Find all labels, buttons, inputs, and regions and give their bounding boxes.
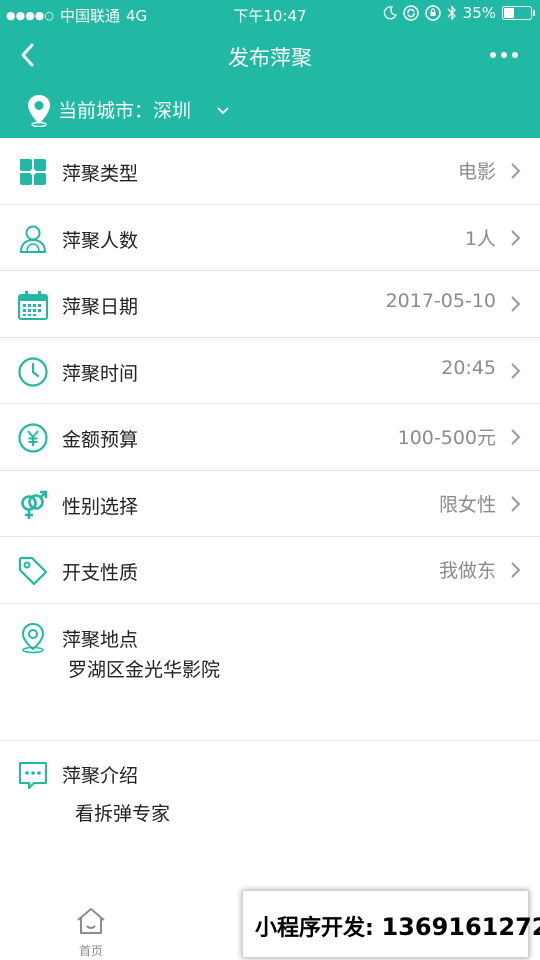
row-people-count[interactable]: 萍聚人数 1人 bbox=[0, 205, 540, 271]
chevron-right-icon bbox=[511, 163, 521, 179]
map-pin-icon bbox=[21, 622, 45, 653]
page-title: 发布萍聚 bbox=[228, 46, 312, 70]
row-value: 1人 bbox=[464, 227, 496, 250]
row-budget[interactable]: 金额预算 100-500元 bbox=[0, 404, 540, 471]
row-label: 金额预算 bbox=[62, 429, 139, 451]
row-location[interactable]: 萍聚地点 罗湖区金光华影院 bbox=[0, 604, 540, 741]
location-label: 萍聚地点 bbox=[62, 628, 139, 651]
tag-icon bbox=[18, 556, 48, 586]
row-value: 2017-05-10 bbox=[385, 290, 496, 312]
chevron-right-icon bbox=[511, 296, 521, 312]
yuan-icon bbox=[18, 423, 48, 453]
bluetooth-icon bbox=[447, 5, 456, 21]
location-value: 罗湖区金光华影院 bbox=[68, 658, 221, 681]
chevron-down-icon bbox=[217, 107, 229, 115]
row-expense-type[interactable]: 开支性质 我做东 bbox=[0, 537, 540, 604]
intro-value: 看拆弹专家 bbox=[75, 802, 171, 825]
row-label: 性别选择 bbox=[62, 495, 139, 518]
row-value: 电影 bbox=[457, 161, 496, 183]
chevron-right-icon bbox=[511, 429, 521, 445]
chat-bubble-icon bbox=[19, 761, 47, 789]
chevron-right-icon bbox=[511, 495, 521, 512]
row-label: 萍聚时间 bbox=[62, 362, 139, 385]
current-city-label: 当前城市：深圳 bbox=[58, 100, 192, 122]
row-time[interactable]: 萍聚时间 20:45 bbox=[0, 338, 540, 404]
promo-phone: 13691612727 bbox=[381, 913, 540, 941]
row-introduction[interactable]: 萍聚介绍 看拆弹专家 bbox=[0, 741, 540, 881]
nav-bar: 发布萍聚 bbox=[0, 28, 540, 86]
row-label: 开支性质 bbox=[62, 562, 139, 584]
row-gender[interactable]: 性别选择 限女性 bbox=[0, 471, 540, 537]
row-label: 萍聚类型 bbox=[62, 163, 139, 185]
clover-icon bbox=[20, 159, 46, 185]
row-value: 我做东 bbox=[438, 560, 496, 582]
row-gathering-type[interactable]: 萍聚类型 电影 bbox=[0, 138, 540, 205]
chevron-right-icon bbox=[511, 562, 521, 578]
more-options-icon[interactable] bbox=[490, 52, 518, 58]
tab-home-label: 首页 bbox=[78, 944, 103, 958]
moon-icon bbox=[383, 6, 397, 20]
row-label: 萍聚日期 bbox=[62, 296, 139, 318]
form-list: 萍聚类型 电影 萍聚人数 1人 萍聚日期 2017-05-10 萍聚时间 20:… bbox=[0, 138, 540, 881]
clock-icon bbox=[18, 356, 48, 387]
promo-label: 小程序开发: bbox=[255, 916, 374, 941]
chevron-right-icon bbox=[511, 229, 521, 246]
rotation-lock-icon bbox=[424, 5, 441, 21]
home-icon bbox=[77, 908, 105, 934]
battery-icon bbox=[502, 6, 535, 20]
sync-icon bbox=[402, 5, 419, 21]
battery-percent: 35% bbox=[462, 4, 496, 22]
promo-banner: 小程序开发: 13691612727 bbox=[242, 890, 540, 958]
row-value: 100-500元 bbox=[397, 427, 496, 449]
row-date[interactable]: 萍聚日期 2017-05-10 bbox=[0, 271, 540, 338]
row-value: 限女性 bbox=[438, 493, 496, 516]
calendar-icon bbox=[18, 291, 48, 320]
city-selector[interactable]: 当前城市：深圳 bbox=[0, 86, 540, 138]
gender-icon bbox=[21, 490, 48, 519]
location-pin-icon bbox=[28, 95, 50, 127]
status-bar: ●●●●○ 中国联通 4G 下午10:47 35% bbox=[0, 0, 540, 28]
tab-home[interactable]: 首页 bbox=[64, 906, 118, 959]
intro-label: 萍聚介绍 bbox=[62, 764, 139, 787]
row-label: 萍聚人数 bbox=[62, 229, 139, 252]
chevron-right-icon bbox=[511, 362, 521, 379]
row-value: 20:45 bbox=[441, 356, 496, 379]
people-icon bbox=[19, 225, 47, 253]
